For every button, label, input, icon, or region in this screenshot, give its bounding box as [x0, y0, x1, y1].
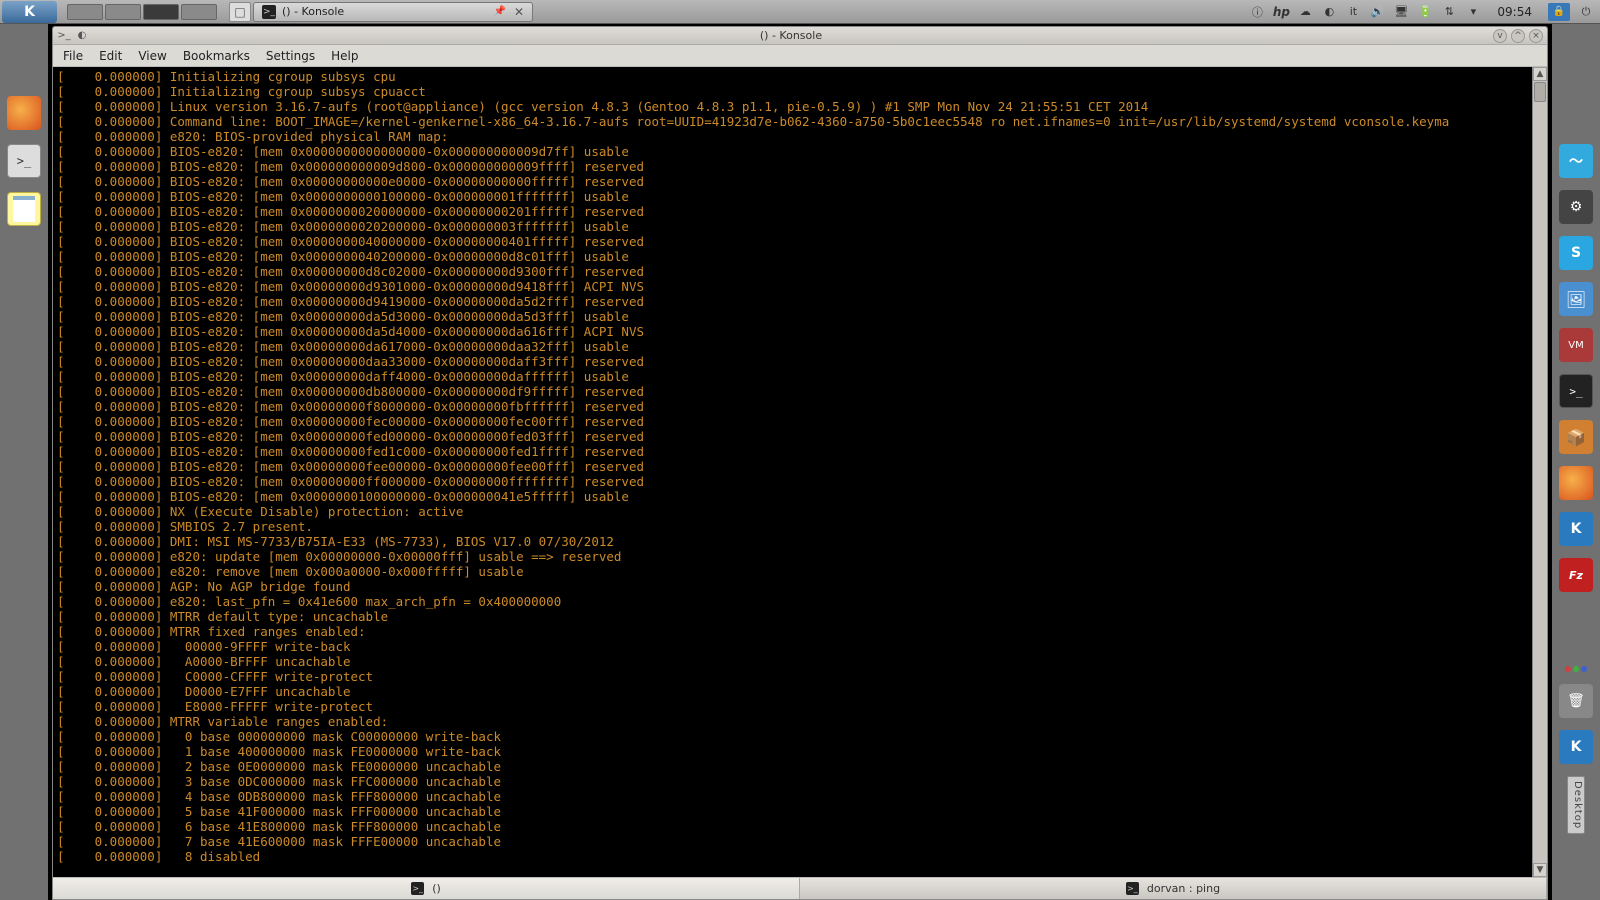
menu-edit[interactable]: Edit [99, 49, 122, 63]
text-editor-launcher[interactable] [7, 192, 41, 226]
tray-expand-icon[interactable]: ▾ [1465, 4, 1481, 20]
kget-launcher[interactable] [1559, 512, 1593, 546]
konsole-tab-label: dorvan : ping [1147, 882, 1220, 895]
image-viewer-launcher[interactable] [1559, 282, 1593, 316]
pager-desktop-2[interactable] [105, 4, 141, 20]
terminal-launcher[interactable] [7, 144, 41, 178]
window-menu-icon[interactable]: >_ [57, 29, 71, 43]
firefox-launcher[interactable] [7, 96, 41, 130]
terminal-icon: >_ [1126, 882, 1139, 895]
kde-launcher[interactable] [1559, 730, 1593, 764]
skype-launcher[interactable] [1559, 236, 1593, 270]
settings-launcher[interactable] [1559, 190, 1593, 224]
close-icon[interactable]: ✕ [514, 5, 524, 19]
konsole-tab-label: () [432, 882, 441, 895]
menu-bookmarks[interactable]: Bookmarks [183, 49, 250, 63]
maximize-button[interactable]: ^ [1511, 29, 1525, 43]
close-button[interactable]: × [1529, 29, 1543, 43]
scroll-down-button[interactable]: ▼ [1533, 863, 1547, 877]
taskbar-task-label: () - Konsole [282, 5, 344, 18]
desktop-toolbox[interactable]: Desktop [1567, 776, 1585, 834]
minimize-button[interactable]: v [1493, 29, 1507, 43]
window-titlebar[interactable]: >_ ◐ () - Konsole v ^ × [53, 27, 1547, 45]
pager-desktop-4[interactable] [181, 4, 217, 20]
menu-settings[interactable]: Settings [266, 49, 315, 63]
terminal-icon: >_ [262, 5, 276, 19]
pager-desktop-1[interactable] [67, 4, 103, 20]
lock-logout-button[interactable]: 🔒 [1548, 3, 1570, 21]
scroll-up-button[interactable]: ▲ [1533, 67, 1547, 81]
tray-dots-icon[interactable] [1565, 666, 1587, 672]
keyboard-layout-indicator[interactable]: it [1345, 4, 1361, 20]
desktop-pager[interactable] [67, 4, 217, 20]
konsole-tabbar: >_ () >_ dorvan : ping [53, 877, 1547, 899]
virtualbox-launcher[interactable] [1559, 328, 1593, 362]
display-icon[interactable]: 🖥 [1393, 4, 1409, 20]
right-dock: Desktop [1552, 24, 1600, 900]
update-icon[interactable]: ◐ [1321, 4, 1337, 20]
menu-help[interactable]: Help [331, 49, 358, 63]
window-title: () - Konsole [89, 29, 1493, 42]
firefox-launcher-2[interactable] [1559, 466, 1593, 500]
network-icon[interactable]: ⇅ [1441, 4, 1457, 20]
trash-launcher[interactable] [1559, 684, 1593, 718]
scroll-thumb[interactable] [1534, 82, 1546, 102]
menu-file[interactable]: File [63, 49, 83, 63]
taskbar: K >_ () - Konsole 📌 ✕ ⓘ hp ☁ ◐ it 🔊 🖥 🔋 … [0, 0, 1600, 24]
ksysguard-launcher[interactable] [1559, 144, 1593, 178]
clock[interactable]: 09:54 [1489, 5, 1540, 19]
cloud-icon[interactable]: ☁ [1297, 4, 1313, 20]
terminal-output[interactable]: [ 0.000000] Initializing cgroup subsys c… [53, 67, 1532, 877]
left-dock [0, 24, 48, 900]
taskbar-task-konsole[interactable]: >_ () - Konsole 📌 ✕ [253, 2, 533, 22]
filezilla-launcher[interactable] [1559, 558, 1593, 592]
system-tray: ⓘ hp ☁ ◐ it 🔊 🖥 🔋 ⇅ ▾ 09:54 🔒 ⏻ [1249, 3, 1600, 21]
hp-brand-icon[interactable]: hp [1273, 4, 1289, 20]
pin-icon[interactable]: 📌 [493, 6, 505, 17]
terminal-icon: >_ [411, 882, 424, 895]
shutdown-icon[interactable]: ⏻ [1578, 4, 1594, 20]
volume-icon[interactable]: 🔊 [1369, 4, 1385, 20]
konsole-window: >_ ◐ () - Konsole v ^ × File Edit View B… [52, 26, 1548, 900]
archive-launcher[interactable] [1559, 420, 1593, 454]
application-launcher[interactable]: K [2, 1, 57, 23]
konsole-tab-2[interactable]: >_ dorvan : ping [800, 878, 1547, 899]
terminal-scrollbar[interactable]: ▲ ▼ [1532, 67, 1547, 877]
konsole-launcher[interactable] [1559, 374, 1593, 408]
show-desktop-button[interactable] [229, 2, 251, 22]
menu-view[interactable]: View [138, 49, 166, 63]
window-shade-icon[interactable]: ◐ [75, 29, 89, 43]
battery-icon[interactable]: 🔋 [1417, 4, 1433, 20]
pager-desktop-3[interactable] [143, 4, 179, 20]
konsole-tab-1[interactable]: >_ () [53, 878, 800, 899]
info-icon[interactable]: ⓘ [1249, 4, 1265, 20]
menubar: File Edit View Bookmarks Settings Help [53, 45, 1547, 67]
